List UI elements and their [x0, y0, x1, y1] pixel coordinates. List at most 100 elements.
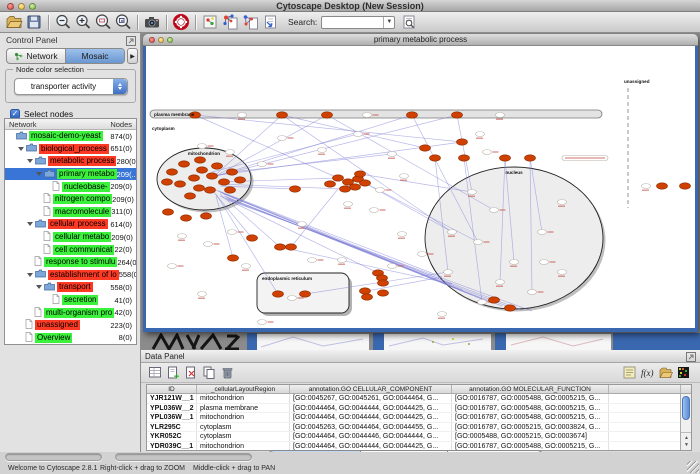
network-node[interactable]	[360, 180, 371, 186]
network-node[interactable]	[680, 183, 691, 189]
network-node-outline[interactable]	[496, 113, 505, 118]
network-node[interactable]	[378, 290, 389, 296]
table-scrollbar[interactable]: ▲▼	[680, 394, 691, 450]
network-node[interactable]	[181, 215, 192, 221]
network-node-outline[interactable]	[204, 242, 213, 247]
function-icon[interactable]: f(x)	[638, 364, 656, 381]
network-node-outline[interactable]	[388, 264, 397, 269]
table-cell[interactable]: mitochondrion	[197, 394, 290, 403]
table-cell[interactable]: [GO:0044464, GO:0044444, GO:0044425, G..…	[290, 442, 452, 451]
notes-icon[interactable]	[620, 364, 638, 381]
dropdown-stepper-icon[interactable]	[113, 79, 127, 94]
expand-arrow-icon[interactable]	[27, 159, 33, 163]
expand-arrow-icon[interactable]	[18, 147, 24, 151]
network-node[interactable]	[362, 294, 373, 300]
network-node-outline[interactable]	[376, 188, 385, 193]
network-node[interactable]	[378, 280, 389, 286]
network-node-outline[interactable]	[510, 260, 519, 265]
network-edges-icon[interactable]	[240, 13, 260, 32]
zoom-fit-icon[interactable]	[113, 13, 133, 32]
table-cell[interactable]	[609, 432, 681, 441]
table-cell[interactable]: [GO:0005488, GO:0005215, GO:0003674]	[452, 432, 609, 441]
table-cell[interactable]: [GO:0016787, GO:0005215, GO:0003824, G..…	[452, 423, 609, 432]
heatmap-icon[interactable]	[674, 364, 692, 381]
tab-mosaic[interactable]: Mosaic	[65, 49, 124, 63]
network-node-outline[interactable]	[318, 148, 327, 153]
tree-row[interactable]: metabolic process280(0)	[5, 155, 136, 168]
network-node-outline[interactable]	[258, 320, 267, 325]
network-node[interactable]	[201, 213, 212, 219]
table-cell[interactable]: [GO:0016787, GO:0005488, GO:0005215, G..…	[452, 394, 609, 403]
network-node-outline[interactable]	[370, 208, 379, 213]
network-canvas[interactable]: plasma membranecytoplasmmitochondrionnuc…	[146, 46, 695, 328]
tree-row[interactable]: secretion41(0)	[5, 294, 136, 307]
network-node[interactable]	[360, 288, 371, 294]
table-column-header[interactable]: annotation.GO CELLULAR_COMPONENT	[290, 385, 452, 393]
float-data-panel-icon[interactable]	[685, 351, 697, 363]
network-node[interactable]	[175, 181, 186, 187]
tree-row[interactable]: Overview8(0)	[5, 332, 136, 345]
network-node-outline[interactable]	[478, 300, 487, 305]
network-node[interactable]	[500, 155, 511, 161]
tab-network[interactable]: Network	[7, 49, 65, 63]
network-node[interactable]	[225, 187, 236, 193]
network-node-outline[interactable]	[483, 150, 492, 155]
network-node[interactable]	[275, 244, 286, 250]
table-row[interactable]: YPL036W__1mitochondrion[GO:0044464, GO:0…	[147, 413, 691, 423]
table-cell[interactable]: [GO:0016787, GO:0005488, GO:0005215, G..…	[452, 404, 609, 413]
network-node-outline[interactable]	[288, 296, 297, 301]
network-node-outline[interactable]	[338, 258, 347, 263]
scroll-up-icon[interactable]: ▲	[684, 435, 689, 441]
network-node[interactable]	[322, 112, 333, 118]
network-node[interactable]	[325, 181, 336, 187]
table-row[interactable]: YKR052Ccytoplasm[GO:0044464, GO:0044446,…	[147, 432, 691, 442]
trash-icon[interactable]	[218, 364, 236, 381]
tree-row[interactable]: unassigned223(0)	[5, 319, 136, 332]
network-node[interactable]	[505, 305, 516, 311]
table-row[interactable]: YLR295Ccytoplasm[GO:0045263, GO:0044464,…	[147, 423, 691, 433]
tree-row[interactable]: primary metabo209(...	[5, 168, 136, 181]
network-node-outline[interactable]	[242, 264, 251, 269]
network-node[interactable]	[333, 175, 344, 181]
table-cell[interactable]: [GO:0045267, GO:0045261, GO:0044464, G..…	[290, 394, 452, 403]
tree-row[interactable]: cellular metabo209(0)	[5, 231, 136, 244]
network-node[interactable]	[430, 155, 441, 161]
network-nodes-icon[interactable]	[220, 13, 240, 32]
save-icon[interactable]	[24, 13, 44, 32]
tree-row[interactable]: nucleobase-209(0)	[5, 180, 136, 193]
table-cell[interactable]: cytoplasm	[197, 432, 290, 441]
tree-row[interactable]: mosaic-demo-yeast874(0)	[5, 130, 136, 143]
network-node[interactable]	[420, 145, 431, 151]
table-cell[interactable]: mitochondrion	[197, 413, 290, 422]
table-cell[interactable]	[609, 423, 681, 432]
network-node[interactable]	[247, 235, 258, 241]
table-cell[interactable]: [GO:0044464, GO:0044444, GO:0044425, G..…	[290, 404, 452, 413]
network-node[interactable]	[525, 155, 536, 161]
network-node[interactable]	[459, 155, 470, 161]
network-view-window[interactable]: primary metabolic process plasma membran…	[143, 34, 698, 332]
tab-overflow-button[interactable]: ▶	[127, 48, 138, 64]
network-node-outline[interactable]	[178, 234, 187, 239]
table-cell[interactable]	[609, 413, 681, 422]
table-column-header[interactable]: ID	[147, 385, 197, 393]
snapshot-icon[interactable]	[142, 13, 162, 32]
table-cell[interactable]: cytoplasm	[197, 423, 290, 432]
network-node-outline[interactable]	[226, 150, 235, 155]
table-cell[interactable]: YPL036W__2	[147, 404, 197, 413]
zoom-out-icon[interactable]	[53, 13, 73, 32]
tree-row[interactable]: establishment of lo558(0)	[5, 269, 136, 282]
network-node[interactable]	[340, 186, 351, 192]
network-node[interactable]	[350, 184, 361, 190]
network-node[interactable]	[205, 187, 216, 193]
table-row[interactable]: YPL036W__2plasma membrane[GO:0044464, GO…	[147, 404, 691, 414]
tree-row[interactable]: macromolecule311(0)	[5, 206, 136, 219]
import-network-icon[interactable]	[260, 13, 280, 32]
attribute-table[interactable]: ID_cellularLayoutRegionannotation.GO CEL…	[146, 384, 692, 451]
tree-row[interactable]: transport558(0)	[5, 281, 136, 294]
network-node-outline[interactable]	[354, 132, 363, 137]
table-cell[interactable]: plasma membrane	[197, 404, 290, 413]
network-node-outline[interactable]	[558, 200, 567, 205]
network-node-outline[interactable]	[278, 136, 287, 141]
table-cell[interactable]	[609, 442, 681, 451]
window-titlebar[interactable]: Cytoscape Desktop (New Session)	[0, 0, 700, 12]
